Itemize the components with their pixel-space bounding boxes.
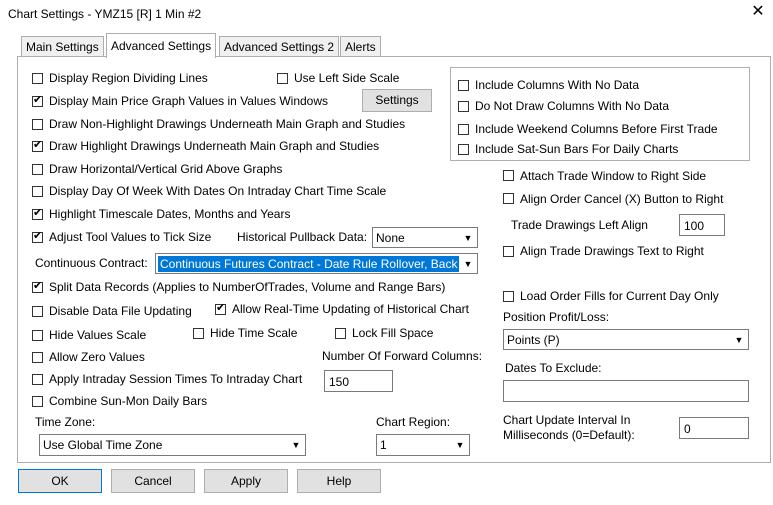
historical-pullback-value: None bbox=[376, 231, 405, 245]
include-weekend-columns-label: Include Weekend Columns Before First Tra… bbox=[475, 122, 718, 136]
update-interval-label-line2: Milliseconds (0=Default): bbox=[503, 428, 635, 442]
position-pl-value: Points (P) bbox=[507, 333, 560, 347]
forward-columns-label: Number Of Forward Columns: bbox=[322, 349, 483, 363]
hide-values-scale-checkbox[interactable] bbox=[32, 330, 43, 341]
draw-non-highlight-label: Draw Non-Highlight Drawings Underneath M… bbox=[49, 117, 406, 131]
combine-sun-mon-checkbox[interactable] bbox=[32, 396, 43, 407]
chevron-down-icon: ▼ bbox=[452, 436, 468, 454]
allow-realtime-updating-checkbox[interactable] bbox=[215, 302, 226, 315]
include-columns-no-data-label: Include Columns With No Data bbox=[475, 78, 640, 92]
settings-button[interactable]: Settings bbox=[362, 89, 432, 112]
ok-button[interactable]: OK bbox=[18, 469, 102, 493]
split-data-records-checkbox[interactable] bbox=[32, 280, 43, 293]
tab-main-settings[interactable]: Main Settings bbox=[21, 36, 104, 57]
update-interval-label-line1: Chart Update Interval In bbox=[503, 413, 631, 427]
chart-region-dropdown[interactable]: 1 ▼ bbox=[376, 434, 470, 456]
tab-alerts[interactable]: Alerts bbox=[340, 36, 381, 57]
align-trade-drawings-text-checkbox[interactable] bbox=[503, 246, 514, 257]
draw-grid-above-label: Draw Horizontal/Vertical Grid Above Grap… bbox=[49, 162, 283, 176]
dates-to-exclude-input[interactable] bbox=[503, 380, 749, 402]
update-interval-input[interactable]: 0 bbox=[679, 417, 749, 439]
apply-button[interactable]: Apply bbox=[204, 469, 288, 493]
close-icon[interactable]: ✕ bbox=[749, 3, 767, 21]
apply-intraday-session-checkbox[interactable] bbox=[32, 374, 43, 385]
continuous-contract-label: Continuous Contract: bbox=[35, 256, 148, 270]
use-left-side-scale-checkbox[interactable] bbox=[277, 73, 288, 84]
display-main-price-values-checkbox[interactable] bbox=[32, 94, 43, 107]
hide-time-scale-checkbox[interactable] bbox=[193, 328, 204, 339]
adjust-tool-values-label: Adjust Tool Values to Tick Size bbox=[49, 230, 212, 244]
draw-highlight-checkbox[interactable] bbox=[32, 139, 43, 152]
chevron-down-icon: ▼ bbox=[460, 229, 476, 246]
tab-advanced-settings[interactable]: Advanced Settings bbox=[106, 33, 217, 58]
continuous-contract-value: Continuous Futures Contract - Date Rule … bbox=[158, 256, 460, 272]
hide-values-scale-label: Hide Values Scale bbox=[49, 328, 147, 342]
dates-to-exclude-label: Dates To Exclude: bbox=[505, 361, 602, 375]
position-pl-label: Position Profit/Loss: bbox=[503, 310, 610, 324]
allow-zero-values-checkbox[interactable] bbox=[32, 352, 43, 363]
historical-pullback-dropdown[interactable]: None ▼ bbox=[372, 227, 478, 248]
load-order-fills-checkbox[interactable] bbox=[503, 291, 514, 302]
highlight-timescale-checkbox[interactable] bbox=[32, 207, 43, 220]
window-title: Chart Settings - YMZ15 [R] 1 Min #2 bbox=[8, 7, 202, 21]
chevron-down-icon: ▼ bbox=[731, 331, 747, 348]
continuous-contract-dropdown[interactable]: Continuous Futures Contract - Date Rule … bbox=[155, 253, 478, 274]
chart-region-label: Chart Region: bbox=[376, 415, 451, 429]
display-day-of-week-label: Display Day Of Week With Dates On Intrad… bbox=[49, 184, 387, 198]
display-day-of-week-checkbox[interactable] bbox=[32, 186, 43, 197]
align-trade-drawings-text-label: Align Trade Drawings Text to Right bbox=[520, 244, 704, 258]
forward-columns-value: 150 bbox=[329, 375, 350, 389]
hide-time-scale-label: Hide Time Scale bbox=[210, 326, 298, 340]
title-bar: Chart Settings - YMZ15 [R] 1 Min #2 ✕ bbox=[0, 0, 773, 30]
align-order-cancel-label: Align Order Cancel (X) Button to Right bbox=[520, 192, 724, 206]
split-data-records-label: Split Data Records (Applies to NumberOfT… bbox=[49, 280, 446, 294]
chevron-down-icon: ▼ bbox=[460, 255, 476, 272]
trade-drawings-left-align-value: 100 bbox=[684, 219, 705, 233]
highlight-timescale-label: Highlight Timescale Dates, Months and Ye… bbox=[49, 207, 291, 221]
allow-zero-values-label: Allow Zero Values bbox=[49, 350, 145, 364]
lock-fill-space-label: Lock Fill Space bbox=[352, 326, 434, 340]
include-sat-sun-bars-label: Include Sat-Sun Bars For Daily Charts bbox=[475, 142, 679, 156]
tab-advanced-settings-2[interactable]: Advanced Settings 2 bbox=[219, 36, 340, 57]
attach-trade-window-label: Attach Trade Window to Right Side bbox=[520, 169, 707, 183]
combine-sun-mon-label: Combine Sun-Mon Daily Bars bbox=[49, 394, 208, 408]
include-sat-sun-bars-checkbox[interactable] bbox=[458, 144, 469, 155]
attach-trade-window-checkbox[interactable] bbox=[503, 170, 514, 181]
include-columns-no-data-checkbox[interactable] bbox=[458, 80, 469, 91]
do-not-draw-columns-label: Do Not Draw Columns With No Data bbox=[475, 99, 670, 113]
allow-realtime-updating-label: Allow Real-Time Updating of Historical C… bbox=[232, 302, 469, 316]
align-order-cancel-checkbox[interactable] bbox=[503, 193, 514, 204]
help-button[interactable]: Help bbox=[297, 469, 381, 493]
time-zone-label: Time Zone: bbox=[35, 415, 96, 429]
time-zone-value: Use Global Time Zone bbox=[43, 438, 163, 452]
trade-drawings-left-align-label: Trade Drawings Left Align bbox=[511, 218, 648, 232]
update-interval-value: 0 bbox=[684, 422, 691, 436]
time-zone-dropdown[interactable]: Use Global Time Zone ▼ bbox=[39, 434, 306, 456]
display-region-dividing-lines-label: Display Region Dividing Lines bbox=[49, 71, 208, 85]
draw-non-highlight-checkbox[interactable] bbox=[32, 119, 43, 130]
trade-drawings-left-align-input[interactable]: 100 bbox=[679, 214, 725, 236]
disable-data-file-updating-label: Disable Data File Updating bbox=[49, 304, 192, 318]
chart-region-value: 1 bbox=[380, 438, 387, 452]
do-not-draw-columns-checkbox[interactable] bbox=[458, 101, 469, 112]
position-pl-dropdown[interactable]: Points (P) ▼ bbox=[503, 329, 749, 350]
draw-grid-above-checkbox[interactable] bbox=[32, 164, 43, 175]
load-order-fills-label: Load Order Fills for Current Day Only bbox=[520, 289, 719, 303]
draw-highlight-label: Draw Highlight Drawings Underneath Main … bbox=[49, 139, 380, 153]
apply-intraday-session-label: Apply Intraday Session Times To Intraday… bbox=[49, 372, 303, 386]
include-weekend-columns-checkbox[interactable] bbox=[458, 124, 469, 135]
forward-columns-input[interactable]: 150 bbox=[324, 370, 393, 392]
adjust-tool-values-checkbox[interactable] bbox=[32, 230, 43, 243]
display-region-dividing-lines-checkbox[interactable] bbox=[32, 73, 43, 84]
display-main-price-values-label: Display Main Price Graph Values in Value… bbox=[49, 94, 329, 108]
lock-fill-space-checkbox[interactable] bbox=[335, 328, 346, 339]
cancel-button[interactable]: Cancel bbox=[111, 469, 195, 493]
chevron-down-icon: ▼ bbox=[288, 436, 304, 454]
disable-data-file-updating-checkbox[interactable] bbox=[32, 306, 43, 317]
historical-pullback-label: Historical Pullback Data: bbox=[237, 230, 368, 244]
use-left-side-scale-label: Use Left Side Scale bbox=[294, 71, 400, 85]
